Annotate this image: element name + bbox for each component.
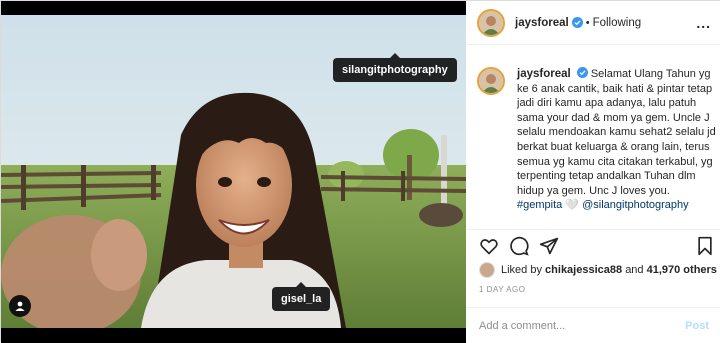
post-side-panel: jaysforeal • Following ... jaysforeal Se… <box>467 1 720 343</box>
caption-text: jaysforeal Selamat Ulang Tahun yg ke 6 a… <box>517 67 717 213</box>
heart-icon[interactable] <box>479 236 499 256</box>
liker-avatar[interactable] <box>479 262 495 278</box>
photo-tag-gisel-la[interactable]: gisel_la <box>272 282 331 311</box>
post-timestamp[interactable]: 1 DAY AGO <box>479 285 525 294</box>
likes-summary: Liked by chikajessica88 and 41,970 other… <box>479 262 717 278</box>
action-icons-row <box>467 230 720 262</box>
comment-bar: Post <box>467 307 720 343</box>
post-header: jaysforeal • Following ... <box>467 1 720 45</box>
author-username[interactable]: jaysforeal <box>515 17 569 29</box>
mention-link[interactable]: @silangitphotography <box>582 199 689 211</box>
caption-emoji: 🤍 <box>565 199 580 212</box>
post-media: silangitphotography gisel_la <box>1 1 466 343</box>
following-button[interactable]: Following <box>593 17 642 29</box>
verified-badge-icon <box>571 17 583 28</box>
post-comment-button[interactable]: Post <box>685 320 709 332</box>
likes-others-count[interactable]: 41,970 others <box>647 264 717 276</box>
caption-username[interactable]: jaysforeal <box>517 68 571 80</box>
separator-dot: • <box>585 16 590 29</box>
bookmark-icon[interactable] <box>695 236 715 256</box>
user-tag-icon <box>15 301 25 311</box>
post-actions: Liked by chikajessica88 and 41,970 other… <box>467 229 720 294</box>
verified-badge-icon <box>576 67 588 78</box>
avatar-image <box>479 10 503 35</box>
photo-tag-silangitphotography[interactable]: silangitphotography <box>333 53 457 82</box>
user-tag-toggle-button[interactable] <box>9 295 31 317</box>
avatar-image <box>479 69 503 93</box>
post-caption: jaysforeal Selamat Ulang Tahun yg ke 6 a… <box>477 67 717 213</box>
author-avatar[interactable] <box>477 8 505 37</box>
more-options-button[interactable]: ... <box>696 15 711 31</box>
likes-conjunction: and <box>625 264 644 276</box>
comment-input[interactable] <box>479 319 686 332</box>
hashtag-link[interactable]: #gempita <box>517 199 562 211</box>
caption-author-avatar[interactable] <box>477 67 505 95</box>
liker-username[interactable]: chikajessica88 <box>545 264 622 276</box>
caption-body: Selamat Ulang Tahun yg ke 6 anak cantik,… <box>517 68 716 197</box>
share-icon[interactable] <box>539 236 559 256</box>
instagram-post-modal: silangitphotography gisel_la jaysforeal <box>0 0 720 343</box>
comment-icon[interactable] <box>509 236 529 256</box>
likes-prefix: Liked by <box>501 264 542 276</box>
